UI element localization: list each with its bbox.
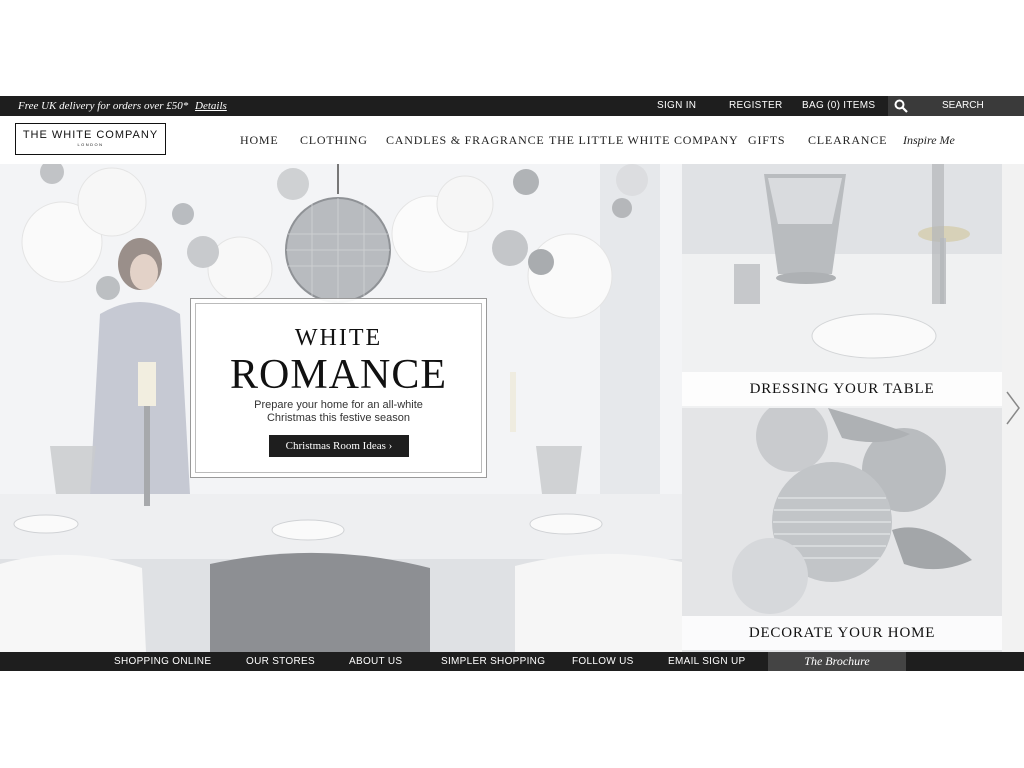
hero-promo-card: WHITE ROMANCE Prepare your home for an a… [190, 298, 487, 478]
nav-clothing[interactable]: CLOTHING [300, 133, 368, 148]
nav-little-white-company[interactable]: THE LITTLE WHITE COMPANY [549, 133, 739, 148]
delivery-details-link[interactable]: Details [195, 100, 227, 112]
footer-email-sign-up[interactable]: EMAIL SIGN UP [668, 656, 745, 667]
nav-gifts[interactable]: GIFTS [748, 133, 785, 148]
logo[interactable]: THE WHITE COMPANY LONDON [15, 123, 166, 155]
bag-link[interactable]: BAG (0) ITEMS [802, 100, 875, 111]
dressing-your-table-panel[interactable]: DRESSING YOUR TABLE [682, 164, 1002, 408]
footer-about-us[interactable]: ABOUT US [349, 656, 402, 667]
decorate-your-home-label[interactable]: DECORATE YOUR HOME [682, 616, 1002, 650]
header: THE WHITE COMPANY LONDON HOME CLOTHING C… [0, 116, 1024, 164]
footer-bar: SHOPPING ONLINE OUR STORES ABOUT US SIMP… [0, 652, 1024, 671]
delivery-promo: Free UK delivery for orders over £50* De… [18, 100, 227, 112]
carousel-edge-strip [1002, 164, 1024, 652]
nav-home[interactable]: HOME [240, 133, 279, 148]
logo-name: THE WHITE COMPANY [22, 129, 159, 141]
footer-our-stores[interactable]: OUR STORES [246, 656, 315, 667]
search-box[interactable]: SEARCH [888, 96, 1024, 116]
decorate-your-home-panel[interactable]: DECORATE YOUR HOME [682, 408, 1002, 652]
hero-subtitle-line-2: Christmas this festive season [266, 412, 411, 424]
footer-simpler-shopping[interactable]: SIMPLER SHOPPING [441, 656, 545, 667]
nav-inspire-me[interactable]: Inspire Me [903, 133, 955, 148]
nav-clearance[interactable]: CLEARANCE [808, 133, 887, 148]
nav-candles-fragrance[interactable]: CANDLES & FRAGRANCE [386, 133, 545, 148]
hero-title-line-2: ROMANCE [229, 352, 448, 398]
hero-subtitle-line-1: Prepare your home for an all-white [254, 399, 423, 411]
search-label: SEARCH [942, 100, 984, 111]
footer-follow-us[interactable]: FOLLOW US [572, 656, 634, 667]
dressing-your-table-label[interactable]: DRESSING YOUR TABLE [682, 372, 1002, 406]
search-icon [894, 99, 908, 113]
hero-title-line-1: WHITE [294, 325, 383, 351]
hero-subtitle: Prepare your home for an all-white Chris… [191, 399, 486, 425]
delivery-promo-text: Free UK delivery for orders over £50* [18, 100, 189, 112]
chevron-right-icon[interactable] [1004, 390, 1022, 426]
christmas-room-ideas-button[interactable]: Christmas Room Ideas › [269, 435, 409, 457]
sign-in-link[interactable]: SIGN IN [657, 100, 696, 111]
top-bar: Free UK delivery for orders over £50* De… [0, 96, 1024, 116]
logo-city: LONDON [77, 142, 104, 147]
footer-shopping-online[interactable]: SHOPPING ONLINE [114, 656, 211, 667]
hero-banner[interactable]: WHITE ROMANCE Prepare your home for an a… [0, 164, 682, 652]
footer-the-brochure[interactable]: The Brochure [768, 652, 906, 671]
register-link[interactable]: REGISTER [729, 100, 783, 111]
